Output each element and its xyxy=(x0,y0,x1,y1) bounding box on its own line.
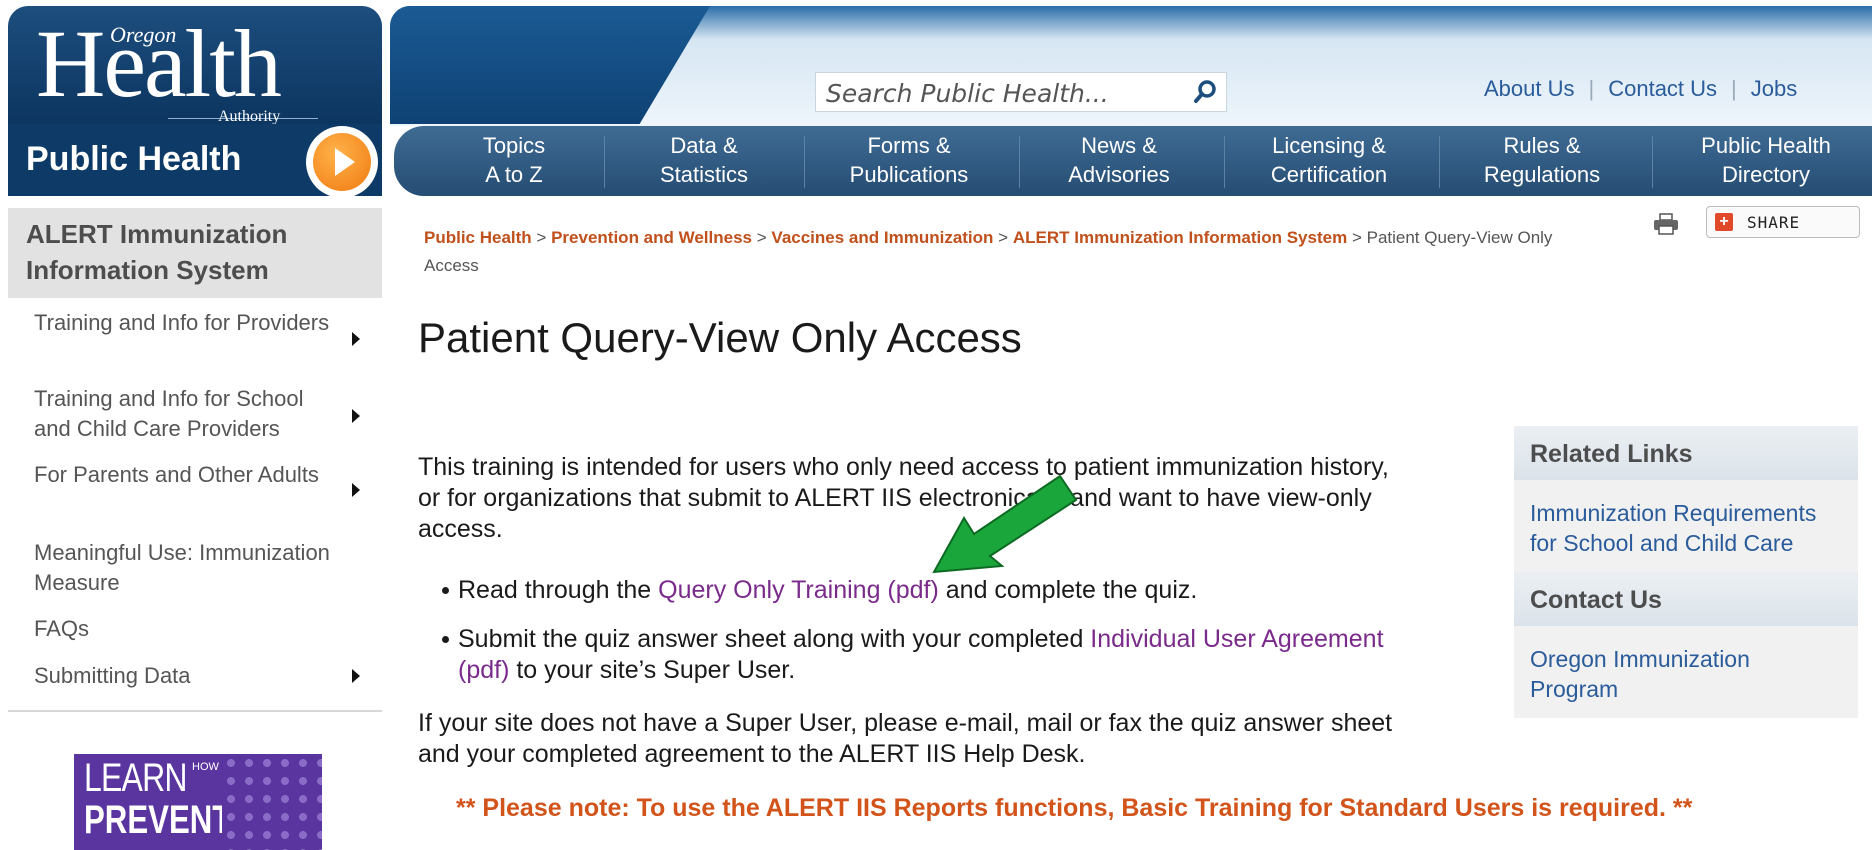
bullet-1-text-post: and complete the quiz. xyxy=(938,576,1198,604)
search-box xyxy=(815,72,1227,112)
chevron-right-icon[interactable] xyxy=(352,409,360,423)
immunization-requirements-link[interactable]: Immunization Requirements for School and… xyxy=(1530,498,1848,558)
nav-line2: A to Z xyxy=(485,162,543,187)
breadcrumb-separator: > xyxy=(756,228,767,247)
sidebar-item-faqs[interactable]: FAQs xyxy=(34,614,334,644)
nav-divider xyxy=(1019,136,1020,188)
nav-line1: Licensing & xyxy=(1272,133,1386,158)
oregon-immunization-program-link[interactable]: Oregon Immunization Program xyxy=(1530,644,1848,704)
bullet-dot xyxy=(442,636,449,643)
individual-user-agreement-link[interactable]: Individual User Agreement xyxy=(1090,625,1383,653)
nav-line2: Certification xyxy=(1270,162,1388,187)
search-input[interactable] xyxy=(824,77,1188,109)
bullet-2-text-pre: Submit the quiz answer sheet along with … xyxy=(458,625,1091,653)
sidebar-item-parents-adults[interactable]: For Parents and Other Adults xyxy=(34,460,334,490)
sidebar-item-submitting-data[interactable]: Submitting Data xyxy=(34,661,334,691)
separator: | xyxy=(1731,76,1737,101)
nav-line2: Publications xyxy=(849,162,969,187)
link-line: Oregon Immunization xyxy=(1530,646,1750,672)
nav-rules-regulations[interactable]: Rules & Regulations xyxy=(1462,131,1622,189)
play-icon xyxy=(313,133,371,191)
logo-oregon-word: Oregon xyxy=(110,22,177,47)
sidebar-item-meaningful-use[interactable]: Meaningful Use: Immunization Measure xyxy=(34,538,334,598)
section-play-button[interactable] xyxy=(306,126,378,198)
related-links-heading: Related Links xyxy=(1530,440,1693,468)
link-line: Program xyxy=(1530,676,1619,702)
link-line: Immunization Requirements xyxy=(1530,500,1817,526)
nav-forms-publications[interactable]: Forms & Publications xyxy=(829,131,989,189)
flu-prevention-ad[interactable]: LEARN HOW TO PREVENT xyxy=(74,754,322,850)
breadcrumb-separator: > xyxy=(536,228,547,247)
logo[interactable]: Health Oregon Authority xyxy=(8,6,382,124)
chevron-right-icon[interactable] xyxy=(352,332,360,346)
breadcrumb-separator: > xyxy=(998,228,1009,247)
utility-links: About Us | Contact Us | Jobs xyxy=(1484,76,1797,102)
nav-public-health-directory[interactable]: Public Health Directory xyxy=(1676,131,1856,189)
breadcrumb: Public Health > Prevention and Wellness … xyxy=(424,224,1574,280)
individual-user-agreement-pdf-link[interactable]: (pdf) xyxy=(458,656,509,684)
section-title[interactable]: Public Health xyxy=(26,140,241,179)
main-nav: Topics A to Z Data & Statistics Forms & … xyxy=(394,126,1872,196)
bullet-2-text-post: to your site’s Super User. xyxy=(509,656,796,684)
nav-line1: Rules & xyxy=(1503,133,1581,158)
intro-line-1: This training is intended for users who … xyxy=(418,453,1389,481)
sidebar-item-training-school[interactable]: Training and Info for School and Child C… xyxy=(34,384,334,444)
nav-line2: Statistics xyxy=(659,162,749,187)
logo-authority-word: Authority xyxy=(218,108,281,124)
nav-line1: Public Health xyxy=(1701,133,1831,158)
nav-divider xyxy=(804,136,805,188)
nav-line2: Advisories xyxy=(1068,162,1170,187)
intro-line-3: access. xyxy=(418,515,503,543)
virus-image xyxy=(222,754,322,850)
ad-prevent-text: PREVENT xyxy=(84,798,232,842)
nav-line2: Directory xyxy=(1721,162,1810,187)
printer-icon[interactable] xyxy=(1652,212,1680,236)
nav-data-statistics[interactable]: Data & Statistics xyxy=(634,131,774,189)
sidebar-item-training-providers[interactable]: Training and Info for Providers xyxy=(34,308,334,338)
ad-learn-text: LEARN xyxy=(84,756,188,800)
contact-us-heading: Contact Us xyxy=(1530,586,1662,614)
chevron-right-icon[interactable] xyxy=(352,669,360,683)
nav-divider xyxy=(1439,136,1440,188)
bullet-1-text-pre: Read through the xyxy=(458,576,659,604)
sidebar-divider xyxy=(8,710,382,712)
breadcrumb-link-prevention[interactable]: Prevention and Wellness xyxy=(551,228,752,247)
nav-line1: Forms & xyxy=(867,133,951,158)
breadcrumb-link-public-health[interactable]: Public Health xyxy=(424,228,532,247)
nav-topics-a-to-z[interactable]: Topics A to Z xyxy=(454,131,574,189)
bullet-item-2-line-2: (pdf) to your site’s Super User. xyxy=(458,655,795,686)
breadcrumb-separator: > xyxy=(1351,228,1362,247)
nav-line1: News & xyxy=(1081,133,1157,158)
nav-news-advisories[interactable]: News & Advisories xyxy=(1044,131,1194,189)
jobs-link[interactable]: Jobs xyxy=(1751,76,1797,101)
page-title: Patient Query-View Only Access xyxy=(418,314,1022,361)
plus-icon: + xyxy=(1715,213,1733,231)
link-line: for School and Child Care xyxy=(1530,530,1794,556)
nav-line2: Regulations xyxy=(1483,162,1601,187)
share-label: SHARE xyxy=(1747,213,1801,232)
bullet-dot xyxy=(442,587,449,594)
nav-line1: Topics xyxy=(482,133,546,158)
bullet-item-2-line-1: Submit the quiz answer sheet along with … xyxy=(458,624,1384,655)
nav-licensing-certification[interactable]: Licensing & Certification xyxy=(1249,131,1409,189)
nav-line1: Data & xyxy=(670,133,738,158)
help-desk-line-1: If your site does not have a Super User,… xyxy=(418,709,1393,737)
query-only-training-link[interactable]: Query Only Training (pdf) xyxy=(658,576,939,604)
search-icon[interactable] xyxy=(1192,79,1218,105)
breadcrumb-link-vaccines[interactable]: Vaccines and Immunization xyxy=(771,228,993,247)
contact-us-link[interactable]: Contact Us xyxy=(1608,76,1717,101)
chevron-right-icon[interactable] xyxy=(352,483,360,497)
nav-divider xyxy=(604,136,605,188)
green-arrow-icon xyxy=(932,474,1078,574)
separator: | xyxy=(1588,76,1595,101)
nav-divider xyxy=(1652,136,1653,188)
breadcrumb-link-alert-iis[interactable]: ALERT Immunization Information System xyxy=(1013,228,1347,247)
about-us-link[interactable]: About Us xyxy=(1484,76,1575,101)
help-desk-line-2: and your completed agreement to the ALER… xyxy=(418,740,1086,768)
reports-note: ** Please note: To use the ALERT IIS Rep… xyxy=(456,794,1693,822)
nav-divider xyxy=(1224,136,1225,188)
sidebar-heading[interactable]: ALERT Immunization Information System xyxy=(26,216,366,288)
share-button[interactable]: + SHARE xyxy=(1706,206,1860,238)
intro-line-2: or for organizations that submit to ALER… xyxy=(418,484,1372,512)
